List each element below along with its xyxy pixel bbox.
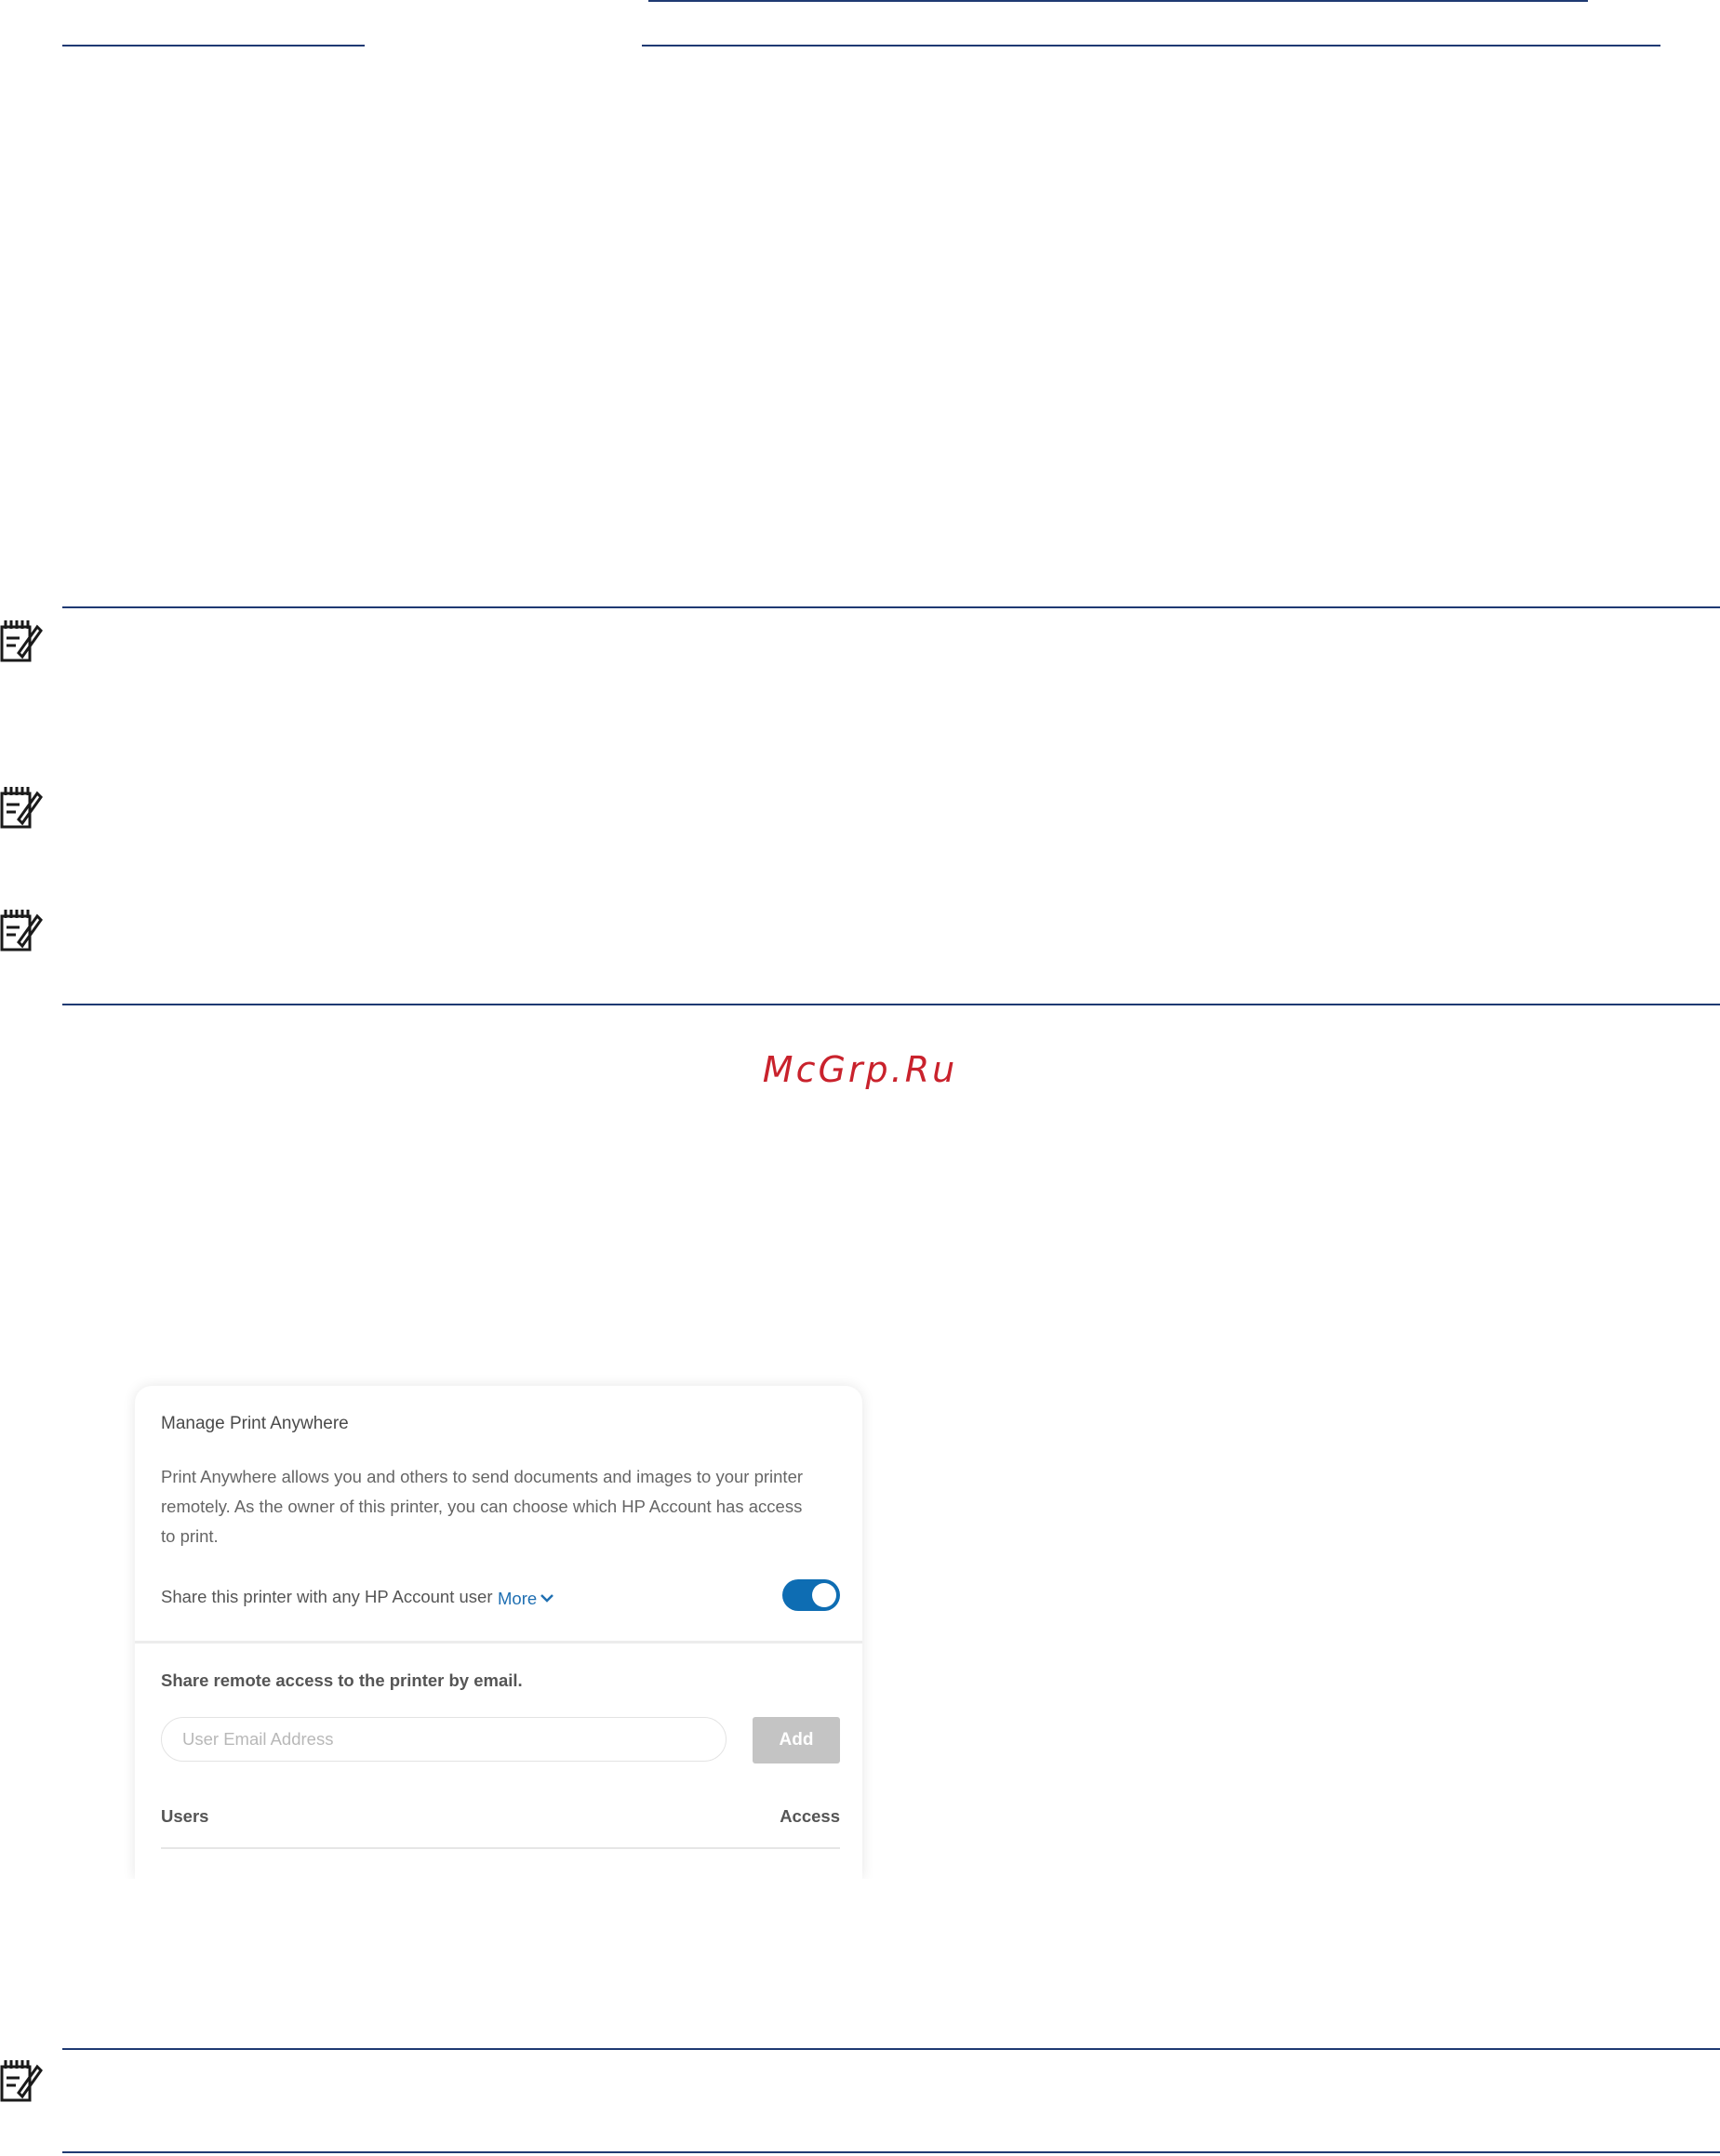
share-printer-label: Share this printer with any HP Account u… xyxy=(161,1587,493,1606)
header-rule-left xyxy=(62,45,365,47)
note-block-rule-top xyxy=(62,606,1720,608)
more-link[interactable]: More xyxy=(498,1587,554,1609)
note-icon xyxy=(0,2060,43,2102)
note-block-rule-bottom xyxy=(62,2151,1720,2153)
card-cutoff xyxy=(121,1879,876,1907)
users-column-header: Users xyxy=(161,1806,209,1826)
chevron-down-icon xyxy=(540,1587,554,1607)
card-title: Manage Print Anywhere xyxy=(161,1414,349,1433)
email-share-heading: Share remote access to the printer by em… xyxy=(161,1670,523,1690)
note-icon xyxy=(0,910,43,952)
note-block-rule-top xyxy=(62,2048,1720,2050)
manage-print-anywhere-card: Manage Print Anywhere Print Anywhere all… xyxy=(135,1386,862,1879)
card-description: Print Anywhere allows you and others to … xyxy=(161,1467,804,1546)
note-block-rule-bottom xyxy=(62,1004,1720,1005)
table-header-rule xyxy=(161,1847,840,1849)
toggle-knob xyxy=(812,1583,836,1607)
header-rule-top xyxy=(648,0,1588,2)
share-printer-toggle[interactable] xyxy=(782,1579,840,1611)
header-rule-right xyxy=(642,45,1660,47)
more-link-label: More xyxy=(498,1589,538,1608)
note-icon xyxy=(0,620,43,662)
watermark: McGrp.Ru xyxy=(762,1049,958,1090)
note-icon xyxy=(0,787,43,829)
user-email-input[interactable] xyxy=(161,1717,727,1762)
add-button[interactable]: Add xyxy=(753,1717,840,1763)
access-column-header: Access xyxy=(780,1806,840,1826)
section-divider xyxy=(135,1641,862,1644)
